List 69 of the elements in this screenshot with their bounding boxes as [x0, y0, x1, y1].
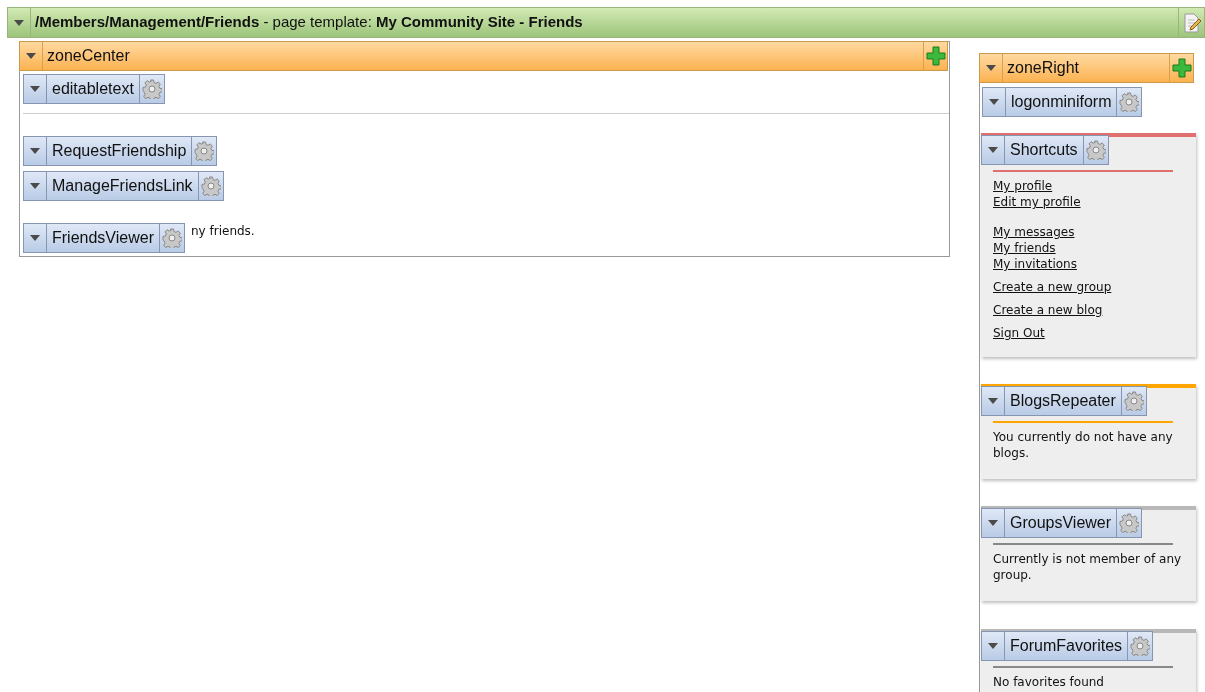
settings-button[interactable] [1082, 136, 1108, 164]
caret-icon [988, 398, 998, 404]
webpart-handle[interactable]: editabletext [23, 74, 165, 104]
status-message: You currently do not have any blogs. [993, 429, 1174, 461]
caret-icon [14, 19, 24, 26]
shortcut-link[interactable]: My invitations [993, 256, 1077, 272]
webpart-handle[interactable]: Shortcuts [981, 135, 1109, 165]
status-message: Currently is not member of any group. [993, 551, 1183, 583]
caret-icon [989, 99, 999, 105]
caret-icon [988, 643, 998, 649]
webpart-name: GroupsViewer [1009, 513, 1113, 533]
webpart-handle[interactable]: ManageFriendsLink [23, 171, 224, 201]
gear-icon [1130, 636, 1151, 656]
webpart-name: editabletext [51, 79, 135, 99]
webpart-handle[interactable]: RequestFriendship [23, 136, 218, 166]
settings-button[interactable] [1120, 387, 1146, 415]
add-webpart-button[interactable] [1169, 54, 1193, 82]
gear-icon [1123, 391, 1144, 411]
gear-icon [194, 141, 215, 161]
gear-icon [161, 228, 182, 248]
caret-icon [988, 147, 998, 153]
shortcut-link[interactable]: Sign Out [993, 325, 1045, 341]
settings-button[interactable] [1116, 509, 1142, 537]
caret-icon [30, 183, 40, 189]
caret-icon [986, 65, 996, 71]
gear-icon [1119, 513, 1140, 533]
caret-icon [30, 148, 40, 154]
body-text: ny friends. [191, 223, 255, 240]
settings-button[interactable] [138, 75, 164, 103]
webpart-name: FriendsViewer [51, 228, 155, 248]
shortcut-link[interactable]: Create a new group [993, 279, 1112, 295]
shortcut-link[interactable]: Edit my profile [993, 194, 1081, 210]
webpart-handle[interactable]: logonminiform [982, 87, 1143, 117]
settings-button[interactable] [197, 172, 223, 200]
settings-button[interactable] [1116, 88, 1142, 116]
shortcut-link[interactable]: My friends [993, 240, 1056, 256]
webpart-handle[interactable]: GroupsViewer [981, 508, 1143, 538]
caret-icon [30, 86, 40, 92]
webpart-name: logonminiform [1010, 92, 1113, 112]
edit-page-button[interactable] [1178, 8, 1204, 37]
caret-icon [988, 520, 998, 526]
zone-name: zoneRight [1006, 58, 1081, 78]
plus-icon [925, 46, 946, 66]
zone-name: zoneCenter [46, 46, 131, 66]
caret-icon [26, 53, 36, 59]
add-webpart-button[interactable] [923, 42, 947, 70]
webpart-name: Shortcuts [1009, 140, 1079, 160]
settings-button[interactable] [1127, 632, 1153, 660]
webpart-name: ManageFriendsLink [51, 176, 194, 196]
webpart-handle[interactable]: ForumFavorites [981, 631, 1154, 661]
webpart-name: ForumFavorites [1009, 636, 1124, 656]
webpart-handle[interactable]: BlogsRepeater [981, 386, 1147, 416]
document-pencil-icon [1181, 12, 1202, 33]
gear-icon [141, 79, 162, 99]
settings-button[interactable] [158, 224, 184, 252]
webpart-name: BlogsRepeater [1009, 391, 1117, 411]
webpart-handle[interactable]: FriendsViewer [23, 223, 185, 253]
webpart-name: RequestFriendship [51, 141, 188, 161]
gear-icon [1085, 140, 1106, 160]
page-header-title: /Members/Management/Friends - page template: My Community Site - Friends [35, 12, 583, 33]
gear-icon [200, 176, 221, 196]
caret-icon [30, 235, 40, 241]
gear-icon [1119, 92, 1140, 112]
status-message: No favorites found [993, 674, 1105, 690]
settings-button[interactable] [191, 137, 217, 165]
shortcut-link[interactable]: Create a new blog [993, 302, 1103, 318]
shortcut-link[interactable]: My messages [993, 224, 1075, 240]
plus-icon [1171, 58, 1192, 78]
shortcut-link[interactable]: My profile [993, 178, 1053, 194]
